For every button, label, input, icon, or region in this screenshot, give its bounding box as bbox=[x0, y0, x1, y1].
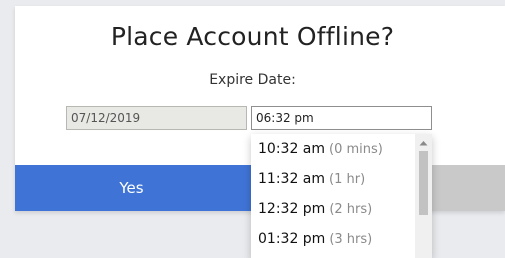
time-options-list: 10:32 am (0 mins) 11:32 am (1 hr) 12:32 pm… bbox=[251, 134, 415, 254]
scrollbar-thumb[interactable] bbox=[419, 151, 428, 215]
time-option-hint: (1 hr) bbox=[329, 172, 366, 187]
expire-date-input[interactable] bbox=[66, 106, 247, 130]
time-option[interactable]: 12:32 pm (2 hrs) bbox=[251, 194, 415, 224]
dialog-title: Place Account Offline? bbox=[110, 22, 395, 51]
time-option-time: 11:32 am bbox=[258, 171, 326, 187]
time-dropdown: 10:32 am (0 mins) 11:32 am (1 hr) 12:32 pm… bbox=[251, 134, 432, 258]
time-option-hint: (0 mins) bbox=[329, 142, 383, 157]
time-option-time: 01:32 pm bbox=[258, 231, 326, 247]
time-option-hint: (3 hrs) bbox=[329, 232, 373, 247]
time-option[interactable]: 10:32 am (0 mins) bbox=[251, 134, 415, 164]
time-option-time: 10:32 am bbox=[258, 141, 326, 157]
expire-date-label: Expire Date: bbox=[209, 72, 296, 88]
time-option-hint: (2 hrs) bbox=[329, 202, 373, 217]
time-option[interactable]: 01:32 pm (3 hrs) bbox=[251, 224, 415, 254]
time-option[interactable]: 11:32 am (1 hr) bbox=[251, 164, 415, 194]
time-option-time: 12:32 pm bbox=[258, 201, 326, 217]
dropdown-scrollbar[interactable] bbox=[415, 134, 432, 258]
expire-time-input[interactable] bbox=[251, 106, 432, 130]
stage: Place Account Offline? Expire Date: Yes … bbox=[0, 0, 505, 258]
yes-button[interactable]: Yes bbox=[15, 165, 252, 211]
arrow-up-icon[interactable] bbox=[415, 136, 432, 150]
